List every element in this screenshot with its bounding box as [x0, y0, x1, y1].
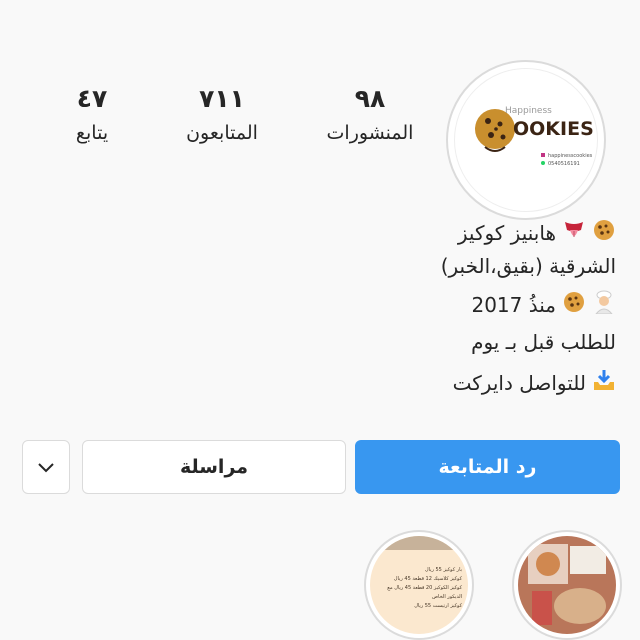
bio-since-line: منذُ 2017	[471, 290, 616, 319]
message-button[interactable]: مراسلة	[82, 440, 346, 494]
highlight-photo-cookies[interactable]	[512, 530, 622, 640]
follow-back-button[interactable]: رد المتابعة	[355, 440, 620, 494]
bio-contact-line: للتواصل دايركت	[453, 368, 616, 397]
stat-followers[interactable]: ٧١١ المتابعون	[152, 84, 292, 146]
highlight-menu[interactable]: بار كوكيز 55 ريال كوكيز كلاسيك 12 قطعة 4…	[364, 530, 474, 640]
bio-name: هابنيز كوكيز	[457, 220, 556, 245]
logo-brand-text: OOKIES	[513, 118, 594, 140]
logo-phone-text: 0540516191	[548, 161, 580, 167]
inbox-tray-emoji-icon	[592, 368, 616, 397]
bio-name-line: هابنيز كوكيز	[458, 218, 616, 247]
stat-followers-value: ٧١١	[199, 84, 245, 113]
highlight-photo-thumbnail	[518, 536, 616, 634]
stat-following-label: يتابع	[75, 122, 109, 144]
stat-followers-label: المتابعون	[186, 122, 258, 144]
highlight-menu-header	[370, 536, 468, 550]
bio-location: الشرقية (بقيق،الخبر)	[440, 254, 616, 278]
profile-avatar[interactable]: Happiness OOKIES happinesscookies 054051…	[446, 60, 606, 220]
highlight-menu-thumbnail: بار كوكيز 55 ريال كوكيز كلاسيك 12 قطعة 4…	[370, 536, 468, 634]
bio-since: منذُ 2017	[471, 292, 556, 317]
cookie-emoji-icon	[592, 218, 616, 247]
bio-order-line: للطلب قبل بـ يوم	[471, 330, 616, 354]
stat-following-value: ٤٧	[76, 84, 108, 113]
menu-line-1: بار كوكيز 55 ريال	[424, 567, 462, 573]
menu-line-3: كوكيز الكوكيز 20 قطعة 45 ريال مع الديكور…	[387, 585, 462, 600]
chevron-down-icon	[38, 456, 54, 478]
stat-posts[interactable]: ٩٨ المنشورات	[300, 84, 440, 146]
cookie-emoji-icon	[562, 290, 586, 319]
stat-posts-label: المنشورات	[326, 122, 414, 144]
bio-contact: للتواصل دايركت	[452, 370, 586, 395]
stat-posts-value: ٩٨	[354, 84, 386, 113]
logo-handle-text: happinesscookies	[548, 153, 593, 159]
cookies-logo-icon: Happiness OOKIES happinesscookies 054051…	[475, 106, 594, 167]
logo-small-text: Happiness	[505, 106, 552, 116]
menu-line-4: كوكيز ارتيست 55 ريال	[414, 603, 462, 609]
bio-order-note: للطلب قبل بـ يوم	[471, 330, 616, 354]
tongue-face-emoji-icon	[562, 218, 586, 247]
bio-location-line: الشرقية (بقيق،الخبر)	[441, 254, 616, 278]
stat-following[interactable]: ٤٧ يتابع	[22, 84, 162, 146]
suggestions-dropdown-button[interactable]	[22, 440, 70, 494]
chef-emoji-icon	[592, 290, 616, 319]
menu-line-2: كوكيز كلاسيك 12 قطعة 45 ريال	[393, 576, 462, 582]
profile-logo: Happiness OOKIES happinesscookies 054051…	[454, 68, 598, 212]
